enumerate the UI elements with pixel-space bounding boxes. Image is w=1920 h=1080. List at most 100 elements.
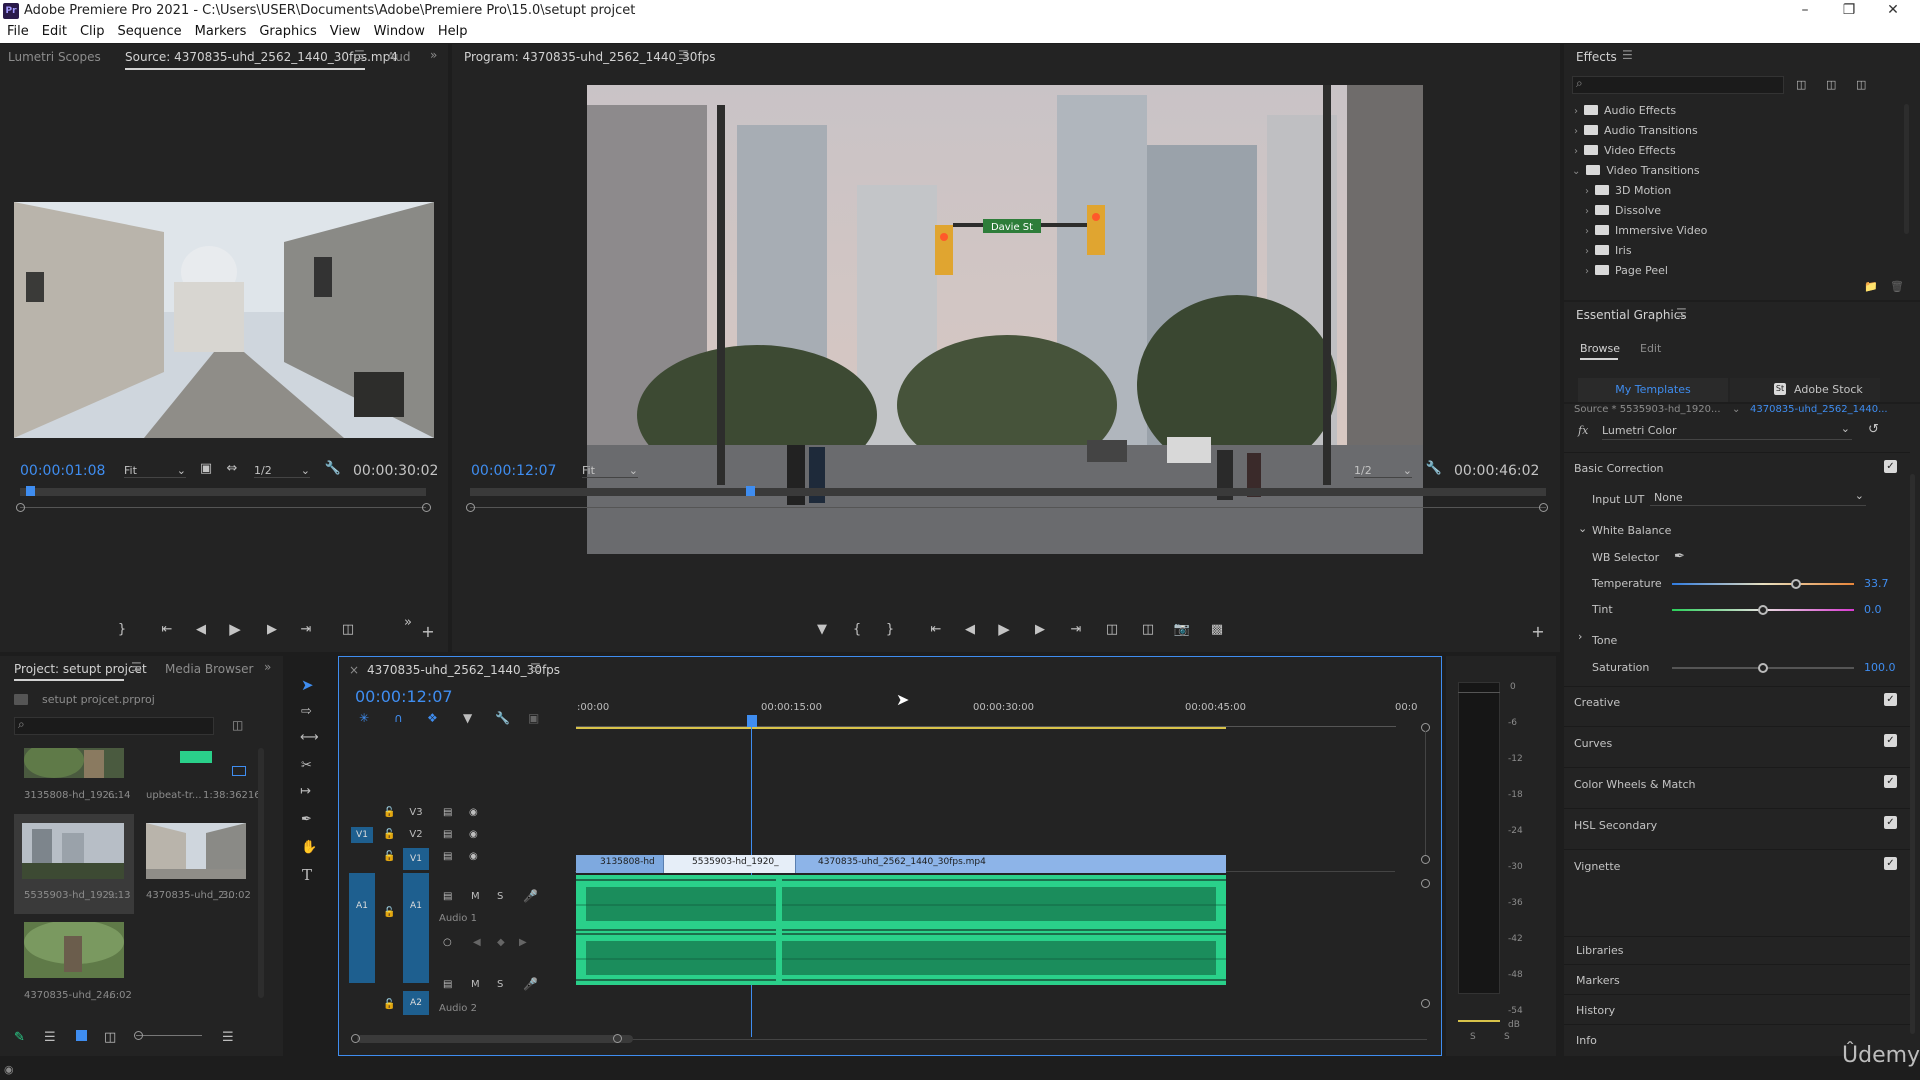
freeform-view-icon[interactable]: ◫ — [104, 1030, 116, 1045]
project-menu-icon[interactable]: ☰ — [131, 660, 142, 674]
tree-3d-motion[interactable]: › 3D Motion — [1585, 184, 1671, 197]
zoom-handle-right[interactable] — [422, 503, 431, 512]
program-menu-icon[interactable]: ☰ — [678, 48, 689, 62]
play-icon[interactable]: ▶ — [225, 620, 245, 638]
program-add-button-icon[interactable]: + — [1528, 622, 1548, 641]
timeline-playhead-head[interactable] — [747, 715, 757, 727]
sync-lock-a2-icon[interactable]: ▤ — [443, 979, 452, 990]
solo-a2[interactable]: S — [497, 979, 503, 990]
basic-correction-header[interactable]: Basic Correction — [1574, 462, 1664, 475]
basic-correction-checkbox[interactable]: ✓ — [1884, 460, 1897, 473]
program-fit-dropdown[interactable]: Fit ⌄ — [582, 464, 638, 478]
writable-pencil-icon[interactable]: ✎ — [14, 1030, 25, 1045]
hscroll-left-handle[interactable] — [351, 1034, 360, 1043]
track-label-a1[interactable]: A1 — [403, 873, 429, 983]
source-dropdown-icon[interactable]: ⌄ — [1732, 404, 1740, 415]
captions-icon[interactable]: ▣ — [528, 711, 539, 725]
source-patch-v1[interactable]: V1 — [351, 827, 373, 843]
new-bin-search-icon[interactable]: ◫ — [232, 718, 243, 732]
selection-tool-icon[interactable]: ➤ — [301, 676, 314, 694]
hsl-secondary-checkbox[interactable]: ✓ — [1884, 816, 1897, 829]
source-resolution-dropdown[interactable]: 1/2 ⌄ — [254, 464, 310, 478]
project-thumb-4[interactable] — [146, 823, 246, 879]
tab-project[interactable]: Project: setupt projcet — [14, 662, 147, 676]
track-label-a2[interactable]: A2 — [403, 991, 429, 1015]
snap-icon[interactable]: ∩ — [394, 711, 403, 725]
razor-tool-icon[interactable]: ✂ — [301, 758, 312, 773]
saturation-knob[interactable] — [1758, 663, 1768, 673]
info-tab[interactable]: Info — [1576, 1034, 1597, 1047]
meter-solo-right[interactable]: S — [1504, 1032, 1510, 1042]
add-marker-icon[interactable]: ▼ — [812, 622, 832, 637]
close-sequence-icon[interactable]: × — [349, 663, 359, 677]
tree-iris[interactable]: › Iris — [1585, 244, 1632, 257]
add-marker-timeline-icon[interactable]: ▼ — [463, 711, 472, 725]
timeline-timecode[interactable]: 00:00:12:07 — [355, 687, 453, 706]
thumbnail-size-slider[interactable] — [136, 1035, 202, 1036]
drag-video-icon[interactable]: ⇔ — [222, 461, 242, 476]
lock-v2-icon[interactable]: 🔓 — [383, 829, 395, 840]
effects-search-input[interactable] — [1572, 76, 1784, 94]
sync-lock-v1-icon[interactable]: ▤ — [443, 851, 452, 862]
menu-sequence[interactable]: Sequence — [111, 22, 188, 39]
nest-toggle-icon[interactable]: ✳ — [359, 711, 369, 725]
project-thumb-3[interactable] — [22, 823, 124, 879]
libraries-tab[interactable]: Libraries — [1576, 944, 1624, 957]
creative-checkbox[interactable]: ✓ — [1884, 693, 1897, 706]
thumbnail-size-knob[interactable] — [134, 1031, 143, 1040]
comparison-view-icon[interactable]: ▩ — [1207, 622, 1227, 637]
hand-tool-icon[interactable]: ✋ — [301, 840, 317, 855]
vignette-header[interactable]: Vignette — [1574, 860, 1620, 873]
32bit-effects-icon[interactable]: ◫ — [1826, 78, 1836, 91]
source-fit-dropdown[interactable]: Fit ⌄ — [124, 464, 186, 478]
zoom-handle-left[interactable] — [16, 503, 25, 512]
voiceover-a2-icon[interactable]: 🎤 — [523, 977, 538, 991]
source-time-ruler[interactable] — [20, 488, 426, 496]
menu-view[interactable]: View — [323, 22, 367, 39]
temperature-knob[interactable] — [1790, 579, 1801, 589]
close-icon[interactable]: ✕ — [1878, 2, 1908, 18]
type-tool-icon[interactable]: T — [302, 866, 312, 884]
menu-graphics[interactable]: Graphics — [252, 22, 322, 39]
temperature-value[interactable]: 33.7 — [1864, 577, 1889, 590]
icon-view-icon[interactable] — [76, 1030, 87, 1041]
tab-audio[interactable]: Aud — [387, 50, 410, 64]
menu-markers[interactable]: Markers — [188, 22, 253, 39]
program-zoom-bar[interactable] — [470, 507, 1546, 508]
toggle-output-v2-icon[interactable]: ◉ — [469, 829, 478, 840]
timeline-settings-icon[interactable]: 🔧 — [495, 711, 510, 725]
menu-window[interactable]: Window — [367, 22, 431, 39]
tree-page-peel[interactable]: › Page Peel — [1585, 264, 1668, 277]
lock-a2-icon[interactable]: 🔓 — [383, 999, 395, 1010]
program-resolution-dropdown[interactable]: 1/2 ⌄ — [1354, 464, 1412, 478]
source-timecode[interactable]: 00:00:01:08 — [20, 463, 105, 479]
effects-scrollbar[interactable] — [1904, 104, 1909, 234]
program-playhead[interactable] — [746, 486, 755, 496]
export-frame-icon[interactable]: 📷 — [1172, 622, 1192, 637]
audio-vscroll-bottom[interactable] — [1421, 999, 1430, 1008]
add-keyframe-icon[interactable]: ◆ — [497, 937, 505, 948]
project-thumb-5[interactable] — [24, 922, 124, 978]
history-tab[interactable]: History — [1576, 1004, 1615, 1017]
keyframe-a1-icon[interactable]: ○ — [443, 937, 452, 948]
vignette-checkbox[interactable]: ✓ — [1884, 857, 1897, 870]
program-play-icon[interactable]: ▶ — [994, 620, 1014, 638]
program-mark-in-icon[interactable]: { — [847, 622, 867, 637]
program-go-to-out-icon[interactable]: ⇥ — [1066, 622, 1086, 637]
video-clip-2[interactable]: 5535903-hd_1920_ — [664, 855, 796, 873]
lumetri-sequence-label[interactable]: 4370835-uhd_2562_1440... — [1750, 404, 1888, 415]
audio-waveform-thumb[interactable] — [180, 751, 212, 763]
insert-icon[interactable]: ◫ — [338, 622, 358, 637]
program-step-forward-icon[interactable]: ▶ — [1030, 622, 1050, 637]
program-settings-icon[interactable]: 🔧 — [1424, 461, 1444, 476]
project-thumb-1[interactable] — [24, 748, 124, 778]
next-keyframe-icon[interactable]: ▶ — [519, 937, 527, 948]
hscroll-right-handle[interactable] — [613, 1034, 622, 1043]
tone-chevron-icon[interactable]: › — [1578, 630, 1582, 643]
audio-vscroll-top[interactable] — [1421, 879, 1430, 888]
eyedropper-icon[interactable]: ✒ — [1674, 549, 1685, 564]
slip-tool-icon[interactable]: ↦ — [300, 784, 311, 799]
menu-edit[interactable]: Edit — [35, 22, 73, 39]
more-buttons-icon[interactable]: » — [398, 615, 418, 630]
lock-v1-icon[interactable]: 🔓 — [383, 851, 395, 862]
